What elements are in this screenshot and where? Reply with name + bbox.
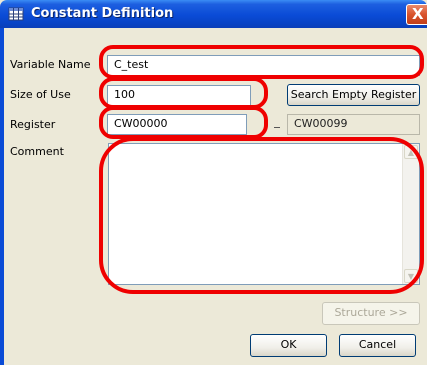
window-frame	[0, 28, 4, 365]
cancel-button[interactable]: Cancel	[339, 334, 416, 357]
register-label: Register	[10, 118, 56, 131]
search-empty-register-button[interactable]: Search Empty Register	[287, 84, 420, 106]
close-button[interactable]: X	[406, 4, 427, 25]
constant-definition-dialog: Constant Definition X Variable Name C_te…	[0, 0, 427, 365]
size-of-use-label: Size of Use	[10, 88, 71, 101]
table-grid-icon	[8, 7, 24, 21]
size-of-use-input[interactable]: 100	[107, 85, 251, 106]
register-start-input[interactable]: CW00000	[107, 114, 247, 135]
scroll-up-icon[interactable]: ▲	[404, 145, 418, 159]
scroll-down-icon[interactable]: ▼	[404, 269, 418, 283]
ok-button[interactable]: OK	[250, 334, 327, 357]
register-end-field: CW00099	[287, 114, 420, 135]
range-separator	[274, 127, 280, 128]
variable-name-label: Variable Name	[10, 58, 91, 71]
comment-label: Comment	[10, 145, 64, 158]
register-end-value: CW00099	[294, 117, 348, 130]
variable-name-input[interactable]: C_test	[107, 55, 420, 76]
close-icon: X	[412, 5, 424, 23]
size-of-use-value: 100	[114, 88, 135, 101]
comment-textarea[interactable]: ▲ ▼	[108, 143, 420, 285]
title-bar[interactable]: Constant Definition X	[0, 0, 427, 28]
comment-scrollbar[interactable]: ▲ ▼	[402, 144, 419, 284]
variable-name-value: C_test	[114, 58, 149, 71]
structure-button[interactable]: Structure >>	[322, 302, 420, 325]
register-start-value: CW00000	[114, 117, 168, 130]
dialog-title: Constant Definition	[31, 6, 174, 21]
